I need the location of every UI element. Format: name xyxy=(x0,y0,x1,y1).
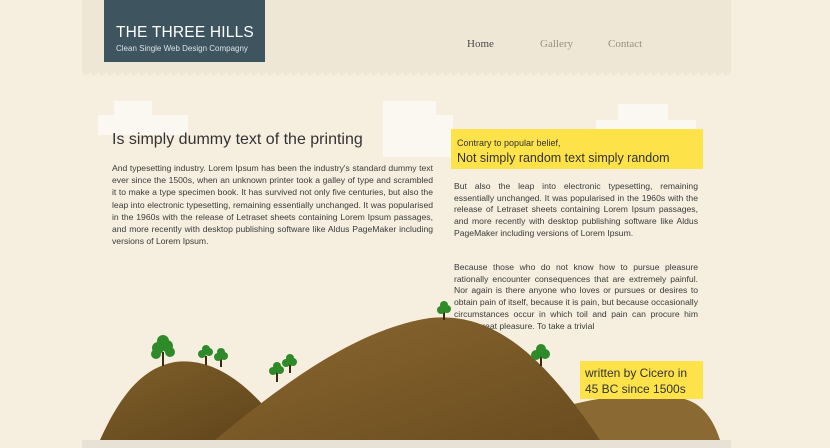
tree-icon xyxy=(269,362,284,382)
signature-line-2: 45 BC since 1500s xyxy=(585,382,686,396)
tree-icon xyxy=(282,354,297,373)
tree-icon xyxy=(214,348,228,367)
signature-box: written by Cicero in 45 BC since 1500s xyxy=(580,361,703,399)
tree-icon xyxy=(437,301,451,320)
hill-center xyxy=(215,317,600,440)
tree-icon xyxy=(198,345,213,365)
hills-illustration xyxy=(100,301,720,440)
signature-line-1: written by Cicero in xyxy=(585,366,688,380)
signature-text: written by Cicero in 45 BC since 1500s xyxy=(585,365,687,397)
footer-bar xyxy=(82,440,731,448)
tree-icon xyxy=(151,335,175,366)
